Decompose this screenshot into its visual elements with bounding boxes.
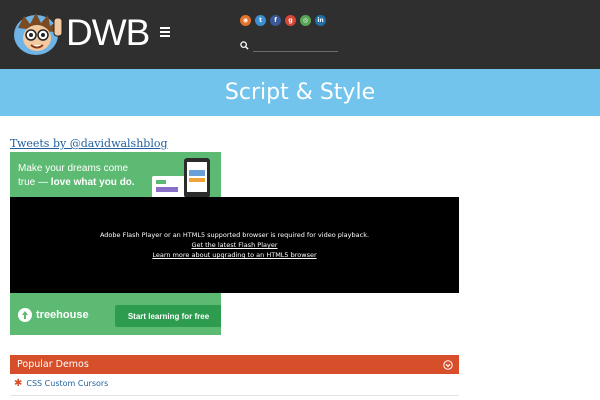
expand-toggle-icon[interactable] <box>443 360 453 370</box>
list-item[interactable]: ✱ CSS Custom Cursors <box>14 379 108 389</box>
get-flash-link[interactable]: Get the latest Flash Player <box>10 241 459 249</box>
ad-headline-part2: love what you do. <box>50 177 135 188</box>
tweets-link[interactable]: Tweets by @davidwalshblog <box>10 137 168 150</box>
site-header: DWB ◉ t f g ◎ in <box>0 0 600 69</box>
github-icon[interactable]: ◎ <box>300 15 311 26</box>
facebook-icon[interactable]: f <box>270 15 281 26</box>
treehouse-logo: treehouse <box>18 308 89 322</box>
menu-icon[interactable] <box>160 27 170 37</box>
category-banner: Script & Style <box>0 69 600 116</box>
video-player[interactable]: Adobe Flash Player or an HTML5 supported… <box>10 197 459 293</box>
search-box <box>240 40 340 54</box>
popular-demos-title: Popular Demos <box>17 359 89 370</box>
ad-headline: Make your dreams come true — love what y… <box>18 162 148 190</box>
search-icon[interactable] <box>240 41 249 50</box>
divider <box>10 395 459 396</box>
start-learning-button[interactable]: Start learning for free <box>115 305 221 327</box>
logo-avatar-icon[interactable] <box>10 10 68 56</box>
page-title: Script & Style <box>224 79 376 105</box>
treehouse-brand-text: treehouse <box>36 309 89 321</box>
devices-illustration-icon <box>152 158 210 198</box>
flash-required-message: Adobe Flash Player or an HTML5 supported… <box>99 231 370 239</box>
demo-link[interactable]: CSS Custom Cursors <box>26 379 108 389</box>
popular-demos-header[interactable]: Popular Demos <box>10 355 459 374</box>
html5-upgrade-link[interactable]: Learn more about upgrading to an HTML5 b… <box>10 251 459 259</box>
social-links: ◉ t f g ◎ in <box>240 15 326 26</box>
asterisk-icon: ✱ <box>14 378 23 389</box>
rss-icon[interactable]: ◉ <box>240 15 251 26</box>
search-input[interactable] <box>253 40 338 52</box>
logo-text[interactable]: DWB <box>66 11 150 55</box>
treehouse-leaf-icon <box>18 308 32 322</box>
linkedin-icon[interactable]: in <box>315 15 326 26</box>
google-plus-icon[interactable]: g <box>285 15 296 26</box>
twitter-icon[interactable]: t <box>255 15 266 26</box>
